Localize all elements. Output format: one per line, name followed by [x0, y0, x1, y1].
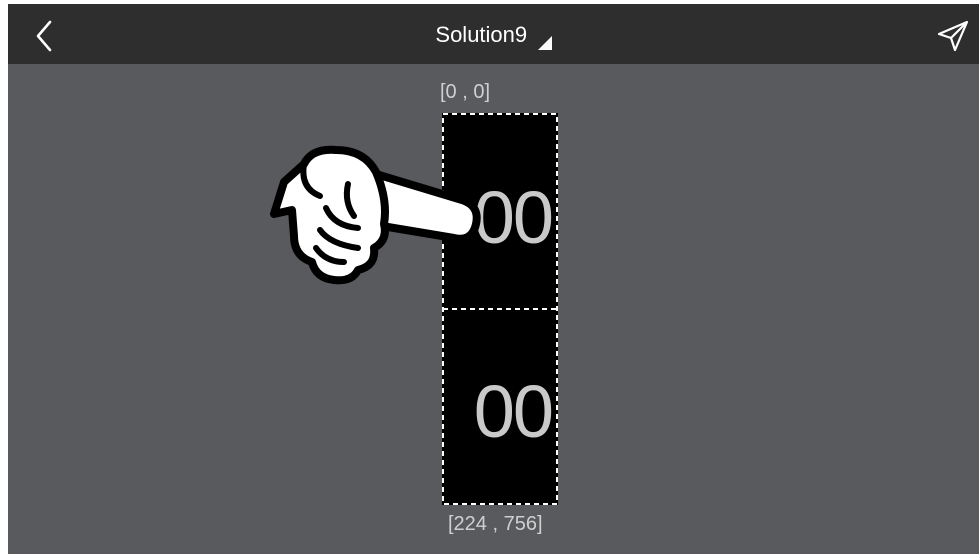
page-title[interactable]: Solution9	[435, 20, 527, 50]
end-coordinate-label: [224 , 756]	[448, 513, 543, 535]
start-coordinate-label: [0 , 0]	[440, 81, 491, 103]
app-frame: Solution9 [0 , 0] 00 00 [224 , 756]	[8, 0, 979, 554]
segment-value-bottom[interactable]: 00	[442, 367, 558, 457]
triangle-corner-icon[interactable]	[537, 36, 552, 50]
send-button[interactable]	[935, 18, 971, 54]
hand-pointer-icon	[270, 145, 481, 285]
top-bar: Solution9	[8, 0, 979, 64]
send-paper-plane-icon	[937, 20, 969, 52]
title-area: Solution9	[8, 20, 979, 50]
